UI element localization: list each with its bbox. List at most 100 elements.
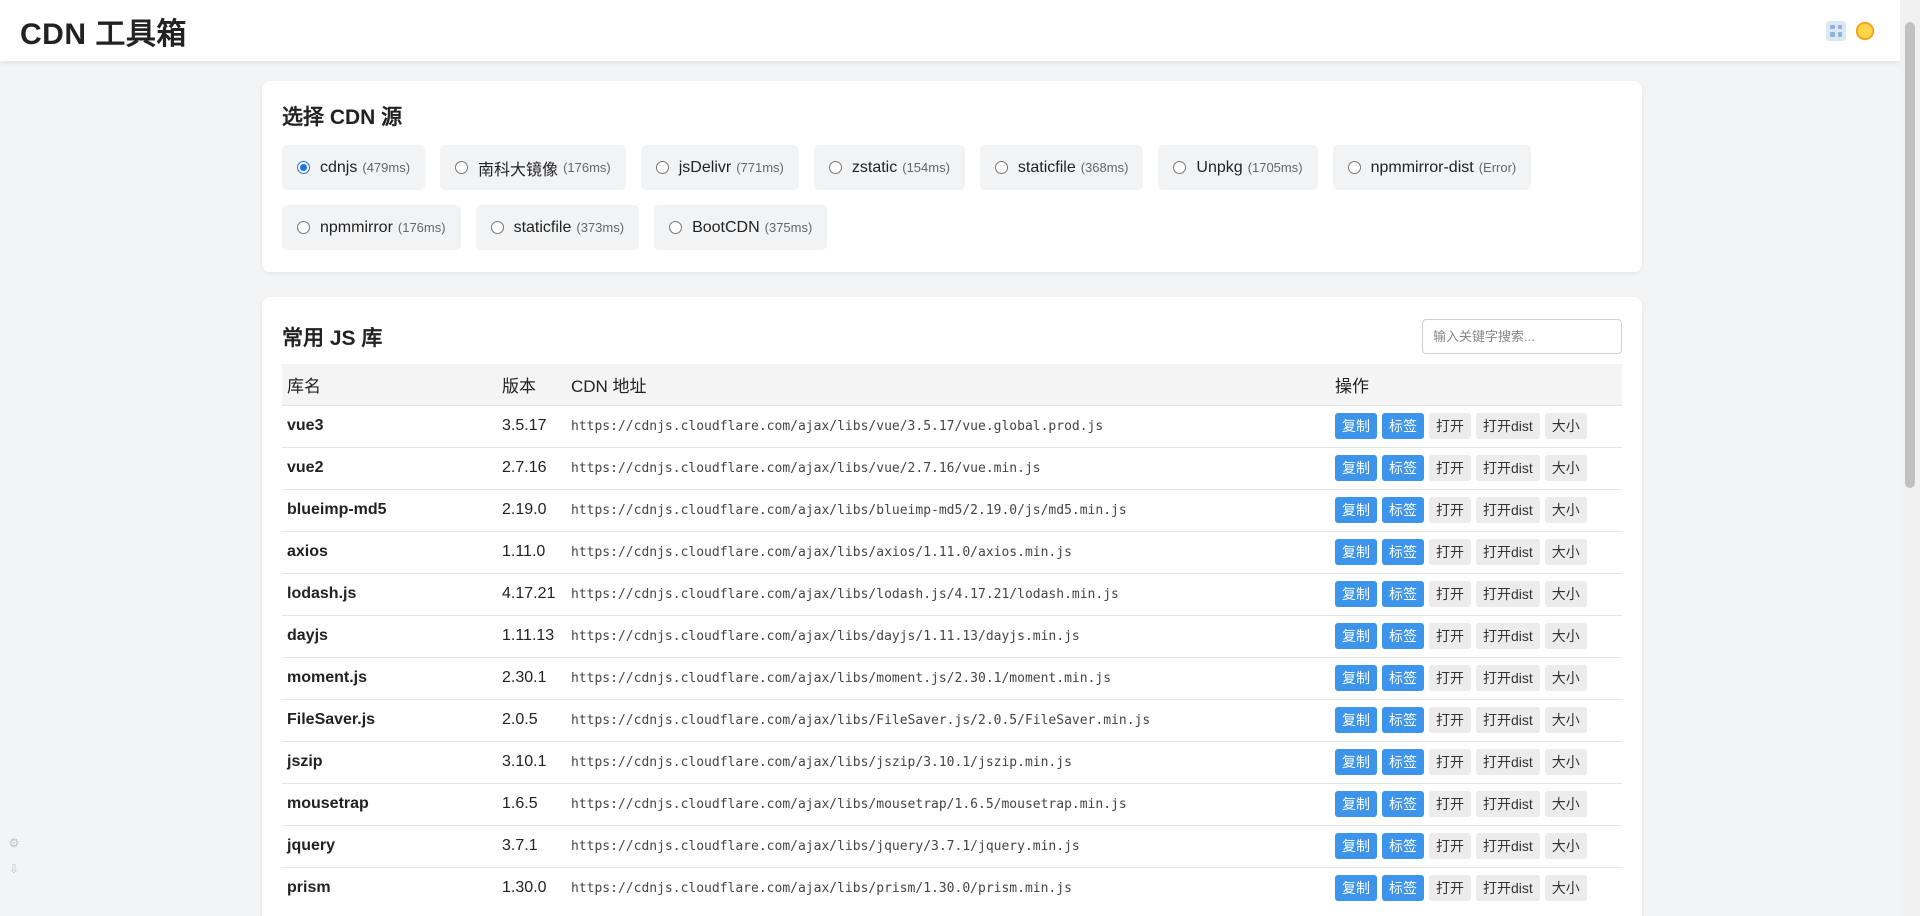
tag-button[interactable]: 标签 [1382, 665, 1424, 691]
cdn-source-option[interactable]: Unpkg (1705ms) [1158, 145, 1318, 190]
size-button[interactable]: 大小 [1544, 791, 1587, 817]
open-button[interactable]: 打开 [1429, 875, 1471, 902]
radio-button[interactable] [297, 221, 310, 234]
copy-button[interactable]: 复制 [1335, 455, 1377, 481]
sun-icon[interactable] [1854, 19, 1876, 42]
copy-button[interactable]: 复制 [1335, 623, 1377, 649]
radio-button[interactable] [669, 221, 683, 234]
open-dist-button[interactable]: 打开dist [1476, 749, 1540, 775]
open-dist-button[interactable]: 打开dist [1476, 581, 1540, 607]
open-button[interactable]: 打开 [1429, 833, 1471, 859]
library-version: 1.6.5 [497, 782, 566, 825]
tag-button[interactable]: 标签 [1382, 455, 1424, 481]
scrollbar-thumb[interactable] [1905, 22, 1915, 488]
open-button[interactable]: 打开 [1429, 665, 1471, 691]
scrollbar[interactable] [1900, 0, 1920, 916]
library-url: https://cdnjs.cloudflare.com/ajax/libs/j… [566, 740, 1330, 783]
tag-button[interactable]: 标签 [1382, 413, 1424, 439]
tag-button[interactable]: 标签 [1382, 875, 1424, 902]
open-button[interactable]: 打开 [1429, 623, 1471, 649]
open-dist-button[interactable]: 打开dist [1476, 665, 1540, 691]
size-button[interactable]: 大小 [1544, 665, 1587, 691]
cdn-source-option[interactable]: BootCDN (375ms) [654, 205, 828, 250]
grid-icon[interactable] [1826, 20, 1846, 41]
cdn-source-option[interactable]: npmmirror-dist (Error) [1332, 145, 1532, 190]
open-button[interactable]: 打开 [1429, 791, 1471, 817]
size-button[interactable]: 大小 [1544, 413, 1587, 439]
open-dist-button[interactable]: 打开dist [1476, 833, 1540, 859]
size-button[interactable]: 大小 [1544, 539, 1587, 565]
open-button[interactable]: 打开 [1429, 413, 1471, 439]
cdn-source-option[interactable]: npmmirror (176ms) [282, 205, 461, 250]
cdn-source-option[interactable]: staticfile (368ms) [979, 145, 1144, 190]
open-dist-button[interactable]: 打开dist [1476, 791, 1540, 817]
tag-button[interactable]: 标签 [1382, 749, 1424, 775]
cdn-source-option[interactable]: zstatic (154ms) [813, 145, 965, 190]
tag-button[interactable]: 标签 [1382, 539, 1424, 565]
radio-button[interactable] [297, 161, 310, 174]
open-dist-button[interactable]: 打开dist [1476, 875, 1540, 902]
tag-button[interactable]: 标签 [1382, 581, 1424, 607]
size-button[interactable]: 大小 [1544, 455, 1587, 481]
size-button[interactable]: 大小 [1544, 707, 1587, 733]
copy-button[interactable]: 复制 [1335, 707, 1377, 733]
library-actions: 复制 标签 打开 打开dist 大小 [1330, 404, 1622, 447]
copy-button[interactable]: 复制 [1335, 497, 1377, 523]
open-button[interactable]: 打开 [1429, 749, 1471, 775]
cdn-source-name: npmmirror-dist [1370, 158, 1474, 176]
copy-button[interactable]: 复制 [1335, 539, 1377, 565]
tag-button[interactable]: 标签 [1382, 833, 1424, 859]
copy-button[interactable]: 复制 [1335, 833, 1377, 859]
size-button[interactable]: 大小 [1544, 623, 1587, 649]
tag-button[interactable]: 标签 [1382, 623, 1424, 649]
copy-button[interactable]: 复制 [1335, 749, 1377, 775]
open-button[interactable]: 打开 [1429, 497, 1471, 523]
library-title: 常用 JS 库 [282, 326, 383, 350]
tag-button[interactable]: 标签 [1382, 497, 1424, 523]
tag-button[interactable]: 标签 [1382, 707, 1424, 733]
cdn-source-name: BootCDN [692, 218, 760, 236]
size-button[interactable]: 大小 [1544, 833, 1587, 859]
open-button[interactable]: 打开 [1429, 455, 1471, 481]
copy-button[interactable]: 复制 [1335, 413, 1377, 439]
cdn-source-option[interactable]: cdnjs (479ms) [282, 145, 426, 190]
cdn-source-option[interactable]: 南科大镜像 (176ms) [440, 145, 626, 190]
radio-button[interactable] [655, 161, 669, 174]
open-dist-button[interactable]: 打开dist [1476, 707, 1540, 733]
action-group: 复制 标签 打开 打开dist 大小 [1335, 875, 1617, 902]
open-dist-button[interactable]: 打开dist [1476, 455, 1540, 481]
open-dist-button[interactable]: 打开dist [1476, 623, 1540, 649]
app-title: CDN 工具箱 [20, 17, 187, 51]
open-button[interactable]: 打开 [1429, 539, 1471, 565]
copy-button[interactable]: 复制 [1335, 791, 1377, 817]
library-version: 3.5.17 [497, 404, 566, 447]
radio-button[interactable] [1347, 161, 1361, 174]
cdn-source-latency: (479ms) [362, 160, 411, 175]
library-actions: 复制 标签 打开 打开dist 大小 [1330, 740, 1622, 783]
cdn-source-latency: (375ms) [764, 220, 813, 235]
table-row: prism 1.30.0 https://cdnjs.cloudflare.com/… [282, 866, 1622, 909]
radio-button[interactable] [490, 221, 504, 234]
radio-button[interactable] [994, 161, 1008, 174]
copy-button[interactable]: 复制 [1335, 665, 1377, 691]
size-button[interactable]: 大小 [1544, 497, 1587, 523]
open-dist-button[interactable]: 打开dist [1476, 497, 1540, 523]
settings-icon[interactable]: ⚙ [6, 836, 22, 850]
open-dist-button[interactable]: 打开dist [1476, 539, 1540, 565]
search-input[interactable] [1422, 319, 1622, 354]
open-button[interactable]: 打开 [1429, 581, 1471, 607]
copy-button[interactable]: 复制 [1335, 581, 1377, 607]
radio-button[interactable] [828, 161, 842, 174]
size-button[interactable]: 大小 [1544, 749, 1587, 775]
size-button[interactable]: 大小 [1544, 875, 1587, 902]
open-dist-button[interactable]: 打开dist [1476, 413, 1540, 439]
radio-button[interactable] [455, 161, 469, 174]
tag-button[interactable]: 标签 [1382, 791, 1424, 817]
arrow-down-icon[interactable]: ⇩ [6, 862, 22, 876]
copy-button[interactable]: 复制 [1335, 875, 1377, 902]
cdn-source-option[interactable]: jsDelivr (771ms) [640, 145, 799, 190]
radio-button[interactable] [1173, 161, 1187, 174]
size-button[interactable]: 大小 [1544, 581, 1587, 607]
cdn-source-option[interactable]: staticfile (373ms) [475, 205, 640, 250]
open-button[interactable]: 打开 [1429, 707, 1471, 733]
